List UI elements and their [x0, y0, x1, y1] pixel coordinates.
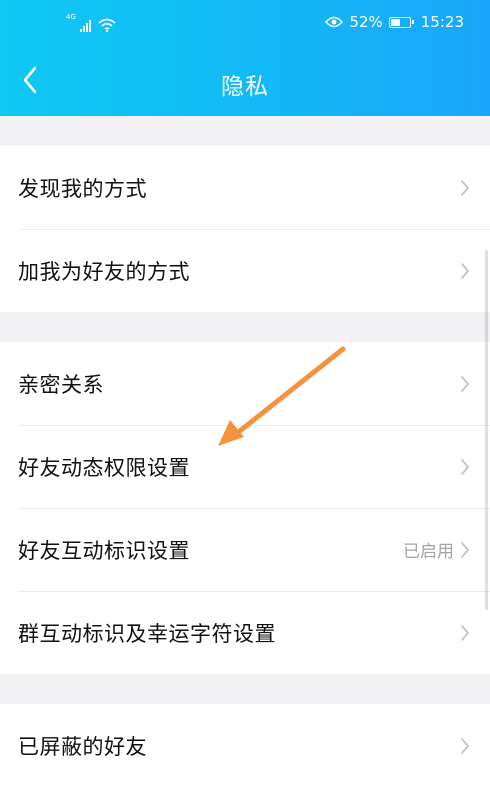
- row-right: 已启用: [403, 508, 470, 591]
- row-right: [460, 704, 470, 787]
- status-left: 4G: [66, 12, 116, 32]
- row-label: 亲密关系: [18, 372, 104, 397]
- row-label: 群互动标识及幸运字符设置: [18, 621, 276, 646]
- settings-section: 已屏蔽的好友: [0, 704, 490, 787]
- row-right: [460, 229, 470, 312]
- chevron-right-icon: [461, 541, 469, 558]
- app-header: 4G 52% 15:23 隐私: [0, 0, 490, 116]
- row-interaction-badge[interactable]: 好友互动标识设置 已启用: [0, 508, 490, 591]
- chevron-right-icon: [461, 624, 469, 641]
- row-intimate-relationship[interactable]: 亲密关系: [0, 342, 490, 425]
- signal-icon: [79, 20, 91, 32]
- row-right: [460, 425, 470, 508]
- chevron-right-icon: [461, 458, 469, 475]
- section-gap: [0, 116, 490, 146]
- status-bar: 4G 52% 15:23: [0, 0, 490, 44]
- settings-section: 发现我的方式 加我为好友的方式: [0, 146, 490, 312]
- chevron-right-icon: [461, 375, 469, 392]
- row-label: 发现我的方式: [18, 176, 147, 201]
- status-right: 52% 15:23: [325, 11, 464, 33]
- chevron-right-icon: [461, 737, 469, 754]
- battery-percent: 52%: [349, 13, 383, 31]
- row-label: 好友动态权限设置: [18, 455, 190, 480]
- row-label: 已屏蔽的好友: [18, 734, 147, 759]
- row-discover-me[interactable]: 发现我的方式: [0, 146, 490, 229]
- row-group-badge-lucky-chars[interactable]: 群互动标识及幸运字符设置: [0, 591, 490, 674]
- settings-list: 发现我的方式 加我为好友的方式 亲密关系 好友动态权限设置 好友互动标识设置 已…: [0, 116, 490, 787]
- scrollbar[interactable]: [485, 250, 488, 610]
- row-feed-permissions[interactable]: 好友动态权限设置: [0, 425, 490, 508]
- battery-icon: [388, 16, 414, 28]
- status-time: 15:23: [420, 13, 464, 31]
- row-status-value: 已启用: [403, 542, 454, 562]
- row-right: [460, 591, 470, 674]
- settings-section: 亲密关系 好友动态权限设置 好友互动标识设置 已启用 群互动标识及幸运字符设置: [0, 342, 490, 674]
- row-label: 好友互动标识设置: [18, 538, 190, 563]
- row-right: [460, 342, 470, 425]
- network-type: 4G: [66, 13, 76, 21]
- battery-level: [390, 18, 400, 26]
- row-add-friend-methods[interactable]: 加我为好友的方式: [0, 229, 490, 312]
- page-title: 隐私: [221, 74, 269, 100]
- row-blocked-friends[interactable]: 已屏蔽的好友: [0, 704, 490, 787]
- section-gap: [0, 674, 490, 704]
- chevron-right-icon: [461, 262, 469, 279]
- eye-icon: [325, 16, 344, 28]
- wifi-icon: [98, 18, 116, 32]
- section-gap: [0, 312, 490, 342]
- row-label: 加我为好友的方式: [18, 259, 190, 284]
- row-right: [460, 146, 470, 229]
- chevron-right-icon: [461, 179, 469, 196]
- title-bar: 隐私: [0, 50, 490, 110]
